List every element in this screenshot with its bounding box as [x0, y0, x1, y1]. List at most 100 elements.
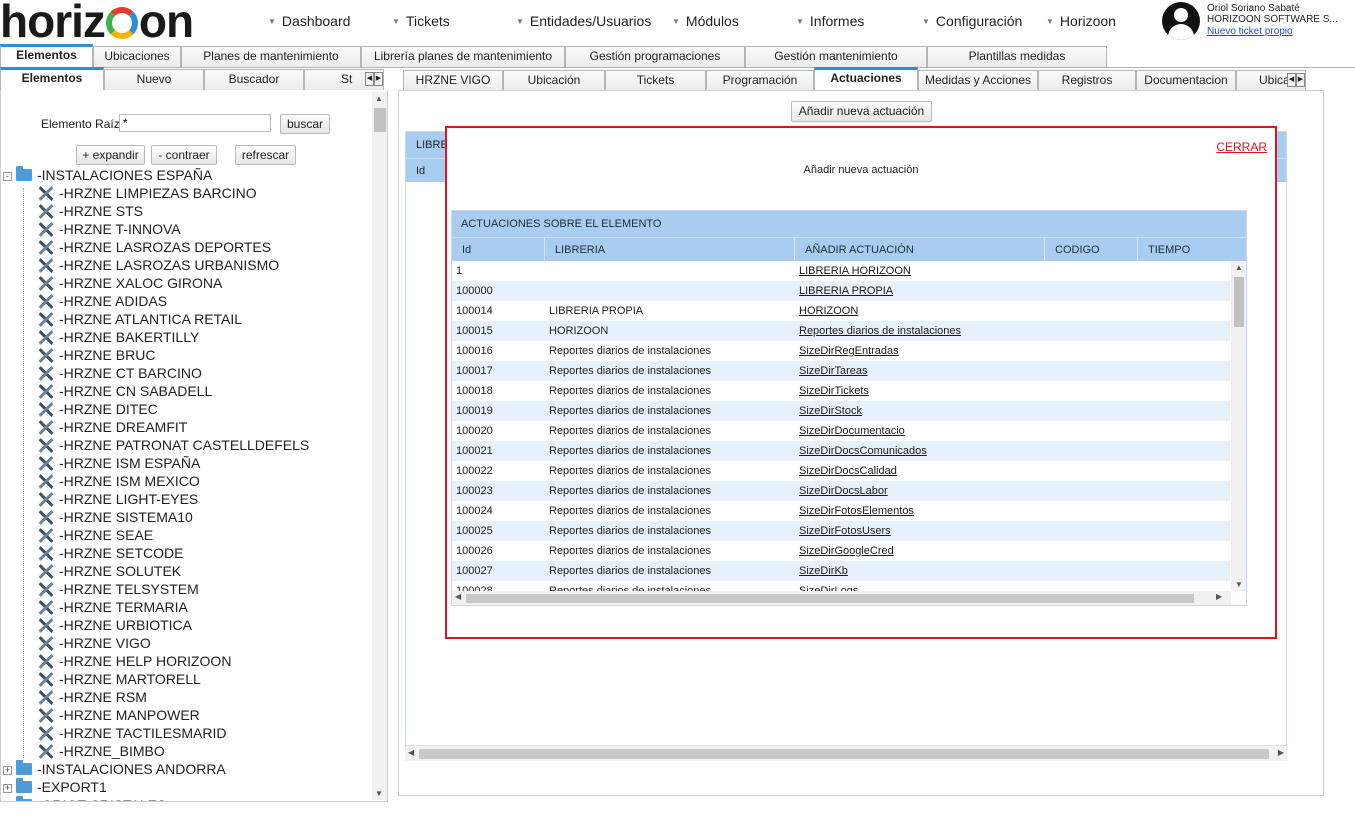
tree-node[interactable]: -HRZNE VIGO	[35, 634, 151, 652]
column-codigo[interactable]: CODIGO	[1045, 238, 1138, 262]
table-row[interactable]: 100019 Reportes diarios de instalaciones S…	[452, 401, 1230, 421]
tab-right-hrzne-vigo[interactable]: HRZNE VIGO	[403, 70, 503, 91]
scroll-up-icon[interactable]: ▲	[1235, 263, 1243, 272]
tree-node[interactable]: -HRZNE RSM	[35, 688, 147, 706]
modal-close-link[interactable]: CERRAR	[1216, 140, 1267, 154]
table-row[interactable]: 100020 Reportes diarios de instalaciones S…	[452, 421, 1230, 441]
expand-button[interactable]: + expandir	[76, 145, 145, 165]
tree-node[interactable]: -HRZNE T-INNOVA	[35, 220, 181, 238]
table-row[interactable]: 100022 Reportes diarios de instalaciones S…	[452, 461, 1230, 481]
left-scrollbar[interactable]: ▲ ▼	[372, 92, 387, 800]
column-libreria[interactable]: LIBRERIA	[545, 238, 795, 262]
scroll-up-icon[interactable]: ▲	[375, 94, 383, 103]
tree-node[interactable]: -HRZNE MANPOWER	[35, 706, 200, 724]
grid-horizontal-scrollbar[interactable]: ◀ ▶	[452, 591, 1231, 605]
scroll-left-icon[interactable]: ◀	[455, 592, 461, 601]
tab-left-buscador[interactable]: Buscador	[204, 69, 304, 90]
tree-node[interactable]: -HRZNE BRUC	[35, 346, 155, 364]
tree-node[interactable]: -HRZNE ISM MEXICO	[35, 472, 200, 490]
tree-root-node[interactable]: +-ORIOT CRISTALES	[3, 796, 166, 801]
tree-node[interactable]: -HRZNE DREAMFIT	[35, 418, 187, 436]
nav-modulos[interactable]: ▼ Módulos	[672, 13, 739, 29]
tree-node[interactable]: -HRZNE CT BARCINO	[35, 364, 202, 382]
root-element-input[interactable]	[119, 114, 271, 132]
scroll-thumb[interactable]	[466, 594, 1194, 603]
add-action-link[interactable]: SizeDirStock	[799, 401, 1049, 421]
expand-icon[interactable]: +	[3, 766, 12, 775]
tree-node[interactable]: -HRZNE SISTEMA10	[35, 508, 193, 526]
nav-tickets[interactable]: ▼ Tickets	[392, 13, 450, 29]
tab-right-actuaciones[interactable]: Actuaciones	[814, 67, 918, 90]
table-row[interactable]: 100023 Reportes diarios de instalaciones S…	[452, 481, 1230, 501]
add-action-link[interactable]: Reportes diarios de instalaciones	[799, 321, 1049, 341]
nav-entidades-usuarios[interactable]: ▼ Entidades/Usuarios	[516, 13, 651, 29]
table-row[interactable]: 100028 Reportes diarios de instalaciones S…	[452, 581, 1230, 591]
add-action-link[interactable]: LIBRERIA HORIZOON	[799, 261, 1049, 281]
search-button[interactable]: buscar	[280, 114, 330, 134]
nav-horizoon[interactable]: ▼ Horizoon	[1046, 13, 1116, 29]
expand-icon[interactable]: +	[3, 784, 12, 793]
table-row[interactable]: 100018 Reportes diarios de instalaciones S…	[452, 381, 1230, 401]
table-row[interactable]: 100000 LIBRERIA PROPIA	[452, 281, 1230, 301]
nav-dashboard[interactable]: ▼ Dashboard	[268, 13, 350, 29]
add-action-link[interactable]: SizeDirDocumentacio	[799, 421, 1049, 441]
add-action-link[interactable]: SizeDirKb	[799, 561, 1049, 581]
add-action-link[interactable]: SizeDirFotosElementos	[799, 501, 1049, 521]
add-action-button[interactable]: Añadir nueva actuación	[791, 101, 932, 122]
tree-node[interactable]: -HRZNE ADIDAS	[35, 292, 167, 310]
scroll-left-icon[interactable]: ◀	[408, 748, 414, 757]
table-row[interactable]: 1 LIBRERIA HORIZOON	[452, 261, 1230, 281]
tree-node[interactable]: -HRZNE XALOC GIRONA	[35, 274, 222, 292]
add-action-link[interactable]: SizeDirDocsComunicados	[799, 441, 1049, 461]
tab-libreria-planes[interactable]: Librería planes de mantenimiento	[361, 46, 565, 67]
tree-node[interactable]: -HRZNE PATRONAT CASTELLDEFELS	[35, 436, 309, 454]
tree-root-node[interactable]: - -INSTALACIONES ESPAÑA	[3, 166, 212, 184]
tab-ubicaciones[interactable]: Ubicaciones	[93, 46, 181, 67]
table-row[interactable]: 100016 Reportes diarios de instalaciones S…	[452, 341, 1230, 361]
tab-right-ubicacion[interactable]: Ubicación	[503, 70, 605, 91]
table-row[interactable]: 100021 Reportes diarios de instalaciones S…	[452, 441, 1230, 461]
tree-node[interactable]: -HRZNE SETCODE	[35, 544, 183, 562]
tree-node[interactable]: -HRZNE HELP HORIZOON	[35, 652, 231, 670]
add-action-link[interactable]: SizeDirLogs	[799, 581, 1049, 591]
grid-vertical-scrollbar[interactable]: ▲ ▼	[1231, 261, 1246, 591]
table-row[interactable]: 100025 Reportes diarios de instalaciones S…	[452, 521, 1230, 541]
tab-scroll-left-icon[interactable]: ◀	[365, 72, 374, 86]
add-action-link[interactable]: LIBRERIA PROPIA	[799, 281, 1049, 301]
refresh-button[interactable]: refrescar	[235, 145, 296, 165]
table-row[interactable]: 100014 LIBRERIA PROPIA HORIZOON	[452, 301, 1230, 321]
column-tiempo[interactable]: TIEMPO	[1138, 238, 1246, 262]
tab-planes-mantenimiento[interactable]: Planes de mantenimiento	[181, 46, 361, 67]
user-avatar-icon[interactable]	[1162, 2, 1200, 40]
tree-node[interactable]: -HRZNE LASROZAS URBANISMO	[35, 256, 279, 274]
horizoon-logo[interactable]: horiz on	[0, 0, 194, 44]
tree-node[interactable]: -HRZNE_BIMBO	[35, 742, 165, 760]
tree-root-node[interactable]: + -INSTALACIONES ANDORRA	[3, 760, 226, 778]
tree-node[interactable]: -HRZNE LIMPIEZAS BARCINO	[35, 184, 257, 202]
tree-node[interactable]: -HRZNE CN SABADELL	[35, 382, 212, 400]
scroll-thumb[interactable]	[1234, 277, 1244, 327]
tab-left-nuevo[interactable]: Nuevo	[104, 69, 204, 90]
tree-node[interactable]: -HRZNE LASROZAS DEPORTES	[35, 238, 271, 256]
tree-node[interactable]: -HRZNE BAKERTILLY	[35, 328, 199, 346]
tree-node[interactable]: -HRZNE SOLUTEK	[35, 562, 181, 580]
add-action-link[interactable]: SizeDirRegEntradas	[799, 341, 1049, 361]
tree-node[interactable]: -HRZNE SEAE	[35, 526, 153, 544]
tab-right-medidas-acciones[interactable]: Medidas y Acciones	[918, 70, 1038, 91]
scroll-right-icon[interactable]: ▶	[1278, 748, 1284, 757]
tab-gestion-programaciones[interactable]: Gestión programaciones	[565, 46, 745, 67]
add-action-link[interactable]: SizeDirTickets	[799, 381, 1049, 401]
tab-scroll-right-icon[interactable]: ▶	[374, 72, 383, 86]
add-action-link[interactable]: SizeDirTareas	[799, 361, 1049, 381]
add-action-link[interactable]: SizeDirGoogleCred	[799, 541, 1049, 561]
tab-right-programacion[interactable]: Programación	[706, 70, 814, 91]
tab-plantillas-medidas[interactable]: Plantillas medidas	[927, 46, 1107, 67]
tab-elementos[interactable]: Elementos	[0, 44, 93, 67]
scroll-down-icon[interactable]: ▼	[1235, 580, 1243, 589]
scroll-thumb[interactable]	[419, 749, 1269, 759]
tree-node[interactable]: -HRZNE TERMARIA	[35, 598, 188, 616]
new-ticket-link[interactable]: Nuevo ticket propio	[1207, 26, 1293, 37]
column-id[interactable]: Id	[452, 238, 545, 262]
table-row[interactable]: 100017 Reportes diarios de instalaciones S…	[452, 361, 1230, 381]
grid-horizontal-scrollbar[interactable]: ◀ ▶	[405, 745, 1287, 761]
